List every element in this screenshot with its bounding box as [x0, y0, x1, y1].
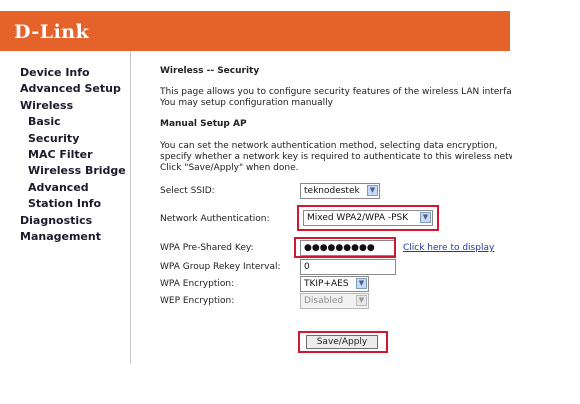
encryption-select[interactable]: TKIP+AES ▼ [300, 276, 369, 292]
rekey-input[interactable]: 0 [300, 259, 396, 275]
encryption-value: TKIP+AES [304, 279, 349, 289]
wep-value: Disabled [304, 296, 344, 306]
nav-wireless-advanced[interactable]: Advanced [20, 180, 126, 196]
desc-text-line3: Click "Save/Apply" when done. [160, 163, 299, 173]
chevron-down-icon: ▼ [356, 278, 367, 289]
nav-device-info[interactable]: Device Info [20, 65, 126, 81]
desc-text-line1: You can set the network authentication m… [160, 141, 498, 151]
nav-wireless-security[interactable]: Security [20, 131, 126, 147]
psk-highlight-box [294, 237, 396, 258]
nav-wireless-basic[interactable]: Basic [20, 114, 126, 130]
nav-wireless-bridge[interactable]: Wireless Bridge [20, 163, 126, 179]
ssid-label: Select SSID: [160, 186, 215, 196]
nav-wireless-mac-filter[interactable]: MAC Filter [20, 147, 126, 163]
psk-label: WPA Pre-Shared Key: [160, 243, 254, 253]
ssid-value: teknodestek [304, 186, 360, 196]
nav-advanced-setup[interactable]: Advanced Setup [20, 81, 126, 97]
section-title: Manual Setup AP [160, 119, 247, 129]
sidebar-nav: Device Info Advanced Setup Wireless Basi… [20, 65, 126, 245]
chevron-down-icon: ▼ [356, 295, 367, 306]
desc-text-line2: specify whether a network key is require… [160, 152, 512, 162]
nav-diagnostics[interactable]: Diagnostics [20, 213, 126, 229]
ssid-select[interactable]: teknodestek ▼ [300, 183, 380, 199]
chevron-down-icon: ▼ [367, 185, 378, 196]
wep-label: WEP Encryption: [160, 296, 235, 306]
intro-text-line2: You may setup configuration manually [160, 98, 333, 108]
auth-label: Network Authentication: [160, 214, 270, 224]
rekey-label: WPA Group Rekey Interval: [160, 262, 281, 272]
page-title: Wireless -- Security [160, 66, 260, 76]
nav-wireless[interactable]: Wireless [20, 98, 126, 114]
nav-wireless-station-info[interactable]: Station Info [20, 196, 126, 212]
wep-select: Disabled ▼ [300, 293, 369, 309]
auth-highlight-box [297, 205, 439, 231]
nav-management[interactable]: Management [20, 229, 126, 245]
main-content: Wireless -- Security This page allows yo… [160, 0, 512, 404]
logo-dot-icon [77, 24, 81, 28]
intro-text-line1: This page allows you to configure securi… [160, 87, 512, 97]
rekey-value: 0 [304, 262, 310, 272]
save-highlight-box [298, 331, 388, 353]
show-key-link[interactable]: Click here to display [403, 243, 494, 254]
encryption-label: WPA Encryption: [160, 279, 235, 289]
